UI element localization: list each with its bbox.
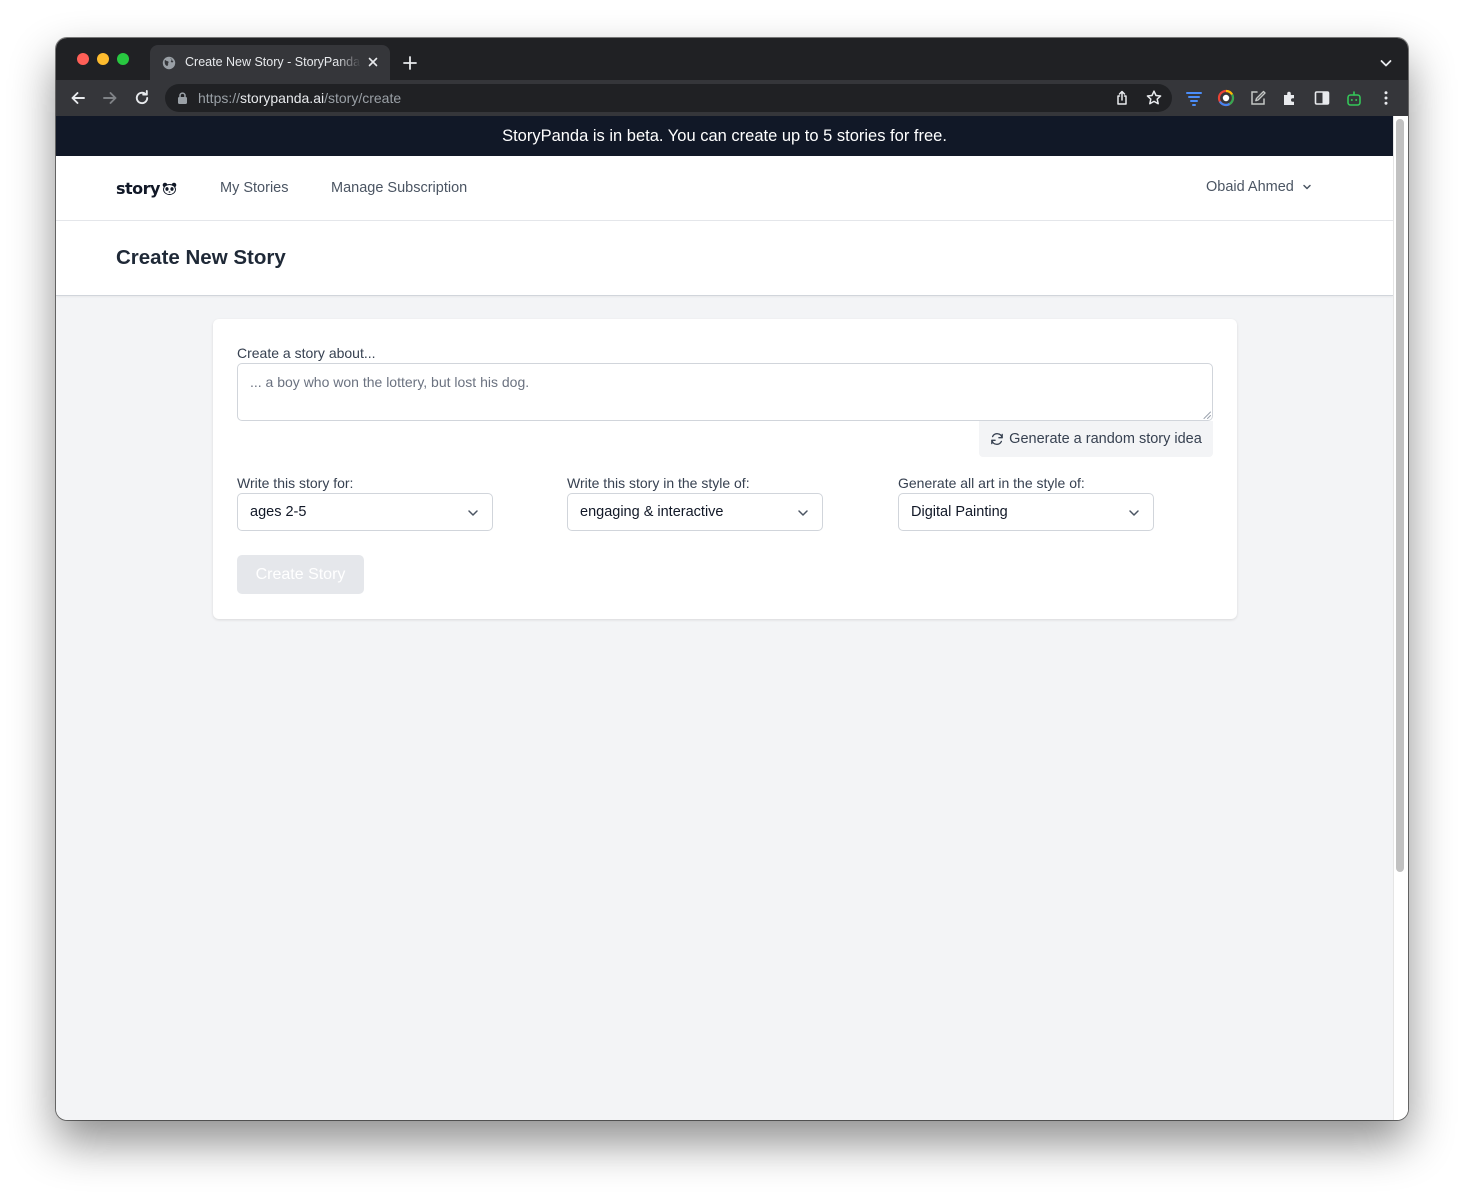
writing-style-select[interactable]: engaging & interactive <box>567 493 823 531</box>
tab-search-chevron-icon[interactable] <box>1378 55 1394 71</box>
nav-link-manage-subscription[interactable]: Manage Subscription <box>331 180 467 196</box>
extension-bot-icon[interactable] <box>1345 89 1363 107</box>
resize-grip-icon[interactable] <box>1203 411 1211 419</box>
story-prompt-input[interactable] <box>237 363 1213 421</box>
side-panel-icon[interactable] <box>1313 89 1331 107</box>
more-menu-icon[interactable] <box>1377 89 1395 107</box>
desktop: Create New Story - StoryPanda https://st… <box>0 0 1464 1194</box>
writing-style-label: Write this story in the style of: <box>567 475 750 491</box>
chevron-down-icon <box>1303 184 1311 190</box>
browser-window: Create New Story - StoryPanda https://st… <box>56 38 1408 1120</box>
close-tab-icon[interactable] <box>366 55 380 69</box>
browser-toolbar: https://storypanda.ai/story/create <box>56 80 1408 116</box>
panda-icon <box>162 182 177 195</box>
tab-active[interactable]: Create New Story - StoryPanda <box>150 45 390 80</box>
refresh-icon <box>991 433 1004 445</box>
chevron-down-icon <box>798 510 808 516</box>
create-story-form: Create a story about... Generate a rando… <box>213 319 1237 619</box>
writing-style-select-value: engaging & interactive <box>580 504 724 520</box>
page-viewport: StoryPanda is in beta. You can create up… <box>56 116 1408 1120</box>
art-style-select-value: Digital Painting <box>911 504 1008 520</box>
top-navigation: story My Stories Manage Subscription Oba… <box>56 156 1393 221</box>
back-icon[interactable] <box>69 89 87 107</box>
maximize-window-button[interactable] <box>117 53 129 65</box>
address-bar[interactable]: https://storypanda.ai/story/create <box>165 84 1172 112</box>
create-story-button[interactable]: Create Story <box>237 555 364 594</box>
url-host: storypanda.ai <box>240 90 325 106</box>
nav-link-my-stories[interactable]: My Stories <box>220 180 289 196</box>
audience-select-value: ages 2-5 <box>250 504 307 520</box>
user-name: Obaid Ahmed <box>1206 179 1294 195</box>
globe-icon <box>162 56 176 70</box>
art-style-select[interactable]: Digital Painting <box>898 493 1154 531</box>
generate-random-idea-label: Generate a random story idea <box>1009 431 1202 447</box>
minimize-window-button[interactable] <box>97 53 109 65</box>
storypanda-logo[interactable]: story <box>116 178 177 198</box>
beta-banner: StoryPanda is in beta. You can create up… <box>56 116 1393 156</box>
art-style-label: Generate all art in the style of: <box>898 475 1085 491</box>
page-title: Create New Story <box>116 246 286 269</box>
scrollbar-thumb[interactable] <box>1396 119 1404 872</box>
close-window-button[interactable] <box>77 53 89 65</box>
user-menu[interactable]: Obaid Ahmed <box>1206 179 1312 195</box>
url-scheme: https:// <box>198 90 241 106</box>
audience-select[interactable]: ages 2-5 <box>237 493 493 531</box>
lock-icon[interactable] <box>177 92 188 104</box>
audience-label: Write this story for: <box>237 475 354 491</box>
generate-random-idea-button[interactable]: Generate a random story idea <box>979 421 1213 457</box>
new-tab-icon[interactable] <box>402 55 418 71</box>
logo-text: story <box>116 178 160 198</box>
url-text[interactable]: https://storypanda.ai/story/create <box>198 90 401 106</box>
page: StoryPanda is in beta. You can create up… <box>56 116 1393 1120</box>
tab-title: Create New Story - StoryPanda <box>185 55 361 69</box>
extension-filter-icon[interactable] <box>1185 89 1203 107</box>
extensions-puzzle-icon[interactable] <box>1281 89 1299 107</box>
page-header: Create New Story <box>56 221 1393 296</box>
reload-icon[interactable] <box>133 89 151 107</box>
extension-edit-icon[interactable] <box>1249 89 1267 107</box>
bookmark-star-icon[interactable] <box>1145 89 1163 107</box>
chevron-down-icon <box>468 510 478 516</box>
url-path: /story/create <box>324 90 402 106</box>
share-icon[interactable] <box>1113 89 1131 107</box>
chevron-down-icon <box>1129 510 1139 516</box>
tab-strip: Create New Story - StoryPanda <box>56 38 1408 80</box>
prompt-label: Create a story about... <box>237 345 376 361</box>
extension-color-icon[interactable] <box>1217 89 1235 107</box>
forward-icon[interactable] <box>101 89 119 107</box>
